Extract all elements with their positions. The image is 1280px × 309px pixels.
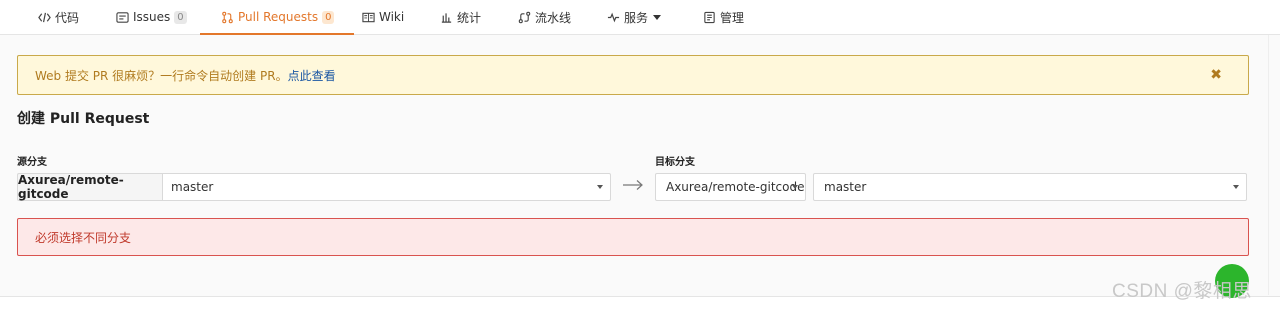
chevron-down-icon (1233, 185, 1239, 189)
tab-stats[interactable]: 统计 (439, 0, 481, 34)
issues-icon (115, 10, 129, 24)
wiki-icon (361, 10, 375, 24)
chevron-down-icon (597, 185, 603, 189)
chevron-down-icon (792, 185, 798, 189)
issues-count-badge: 0 (174, 10, 187, 24)
tab-pipeline-label: 流水线 (535, 10, 572, 25)
banner-text: Web 提交 PR 很麻烦？一行命令自动创建 PR。 (35, 68, 288, 83)
tab-service-label: 服务 (624, 10, 649, 25)
tab-wiki[interactable]: Wiki (361, 0, 404, 34)
pull-request-icon (220, 10, 234, 24)
pr-cli-tip-banner: Web 提交 PR 很麻烦？一行命令自动创建 PR。 点此查看 ✖ (17, 55, 1249, 95)
close-icon[interactable]: ✖ (1210, 67, 1222, 83)
source-branch-select[interactable]: master (162, 173, 611, 201)
source-branch-label: 源分支 (17, 157, 47, 168)
pull-requests-count-badge: 0 (322, 10, 335, 24)
target-branch-value: master (824, 180, 867, 194)
stats-icon (439, 10, 453, 24)
target-branch-label: 目标分支 (655, 157, 695, 168)
source-branch-value: master (171, 180, 214, 194)
footer-strip (0, 297, 1280, 309)
tab-pull-requests[interactable]: Pull Requests 0 (199, 0, 356, 35)
pipeline-icon (517, 10, 531, 24)
watermark: CSDN @黎相思 (1112, 281, 1252, 302)
tab-pipeline[interactable]: 流水线 (517, 0, 571, 34)
tab-service-dropdown[interactable]: 服务 (606, 0, 662, 34)
scrollbar-track[interactable] (1268, 35, 1280, 295)
repo-tab-bar: 代码 Issues 0 Pull Requests 0 Wiki 统计 流水线 … (0, 0, 1280, 35)
error-message: 必须选择不同分支 (35, 230, 132, 245)
target-repo-select[interactable]: Axurea/remote-gitcode (655, 173, 806, 201)
tab-stats-label: 统计 (457, 10, 482, 25)
tab-code-label: 代码 (55, 10, 80, 25)
code-icon (37, 10, 51, 24)
tab-issues[interactable]: Issues 0 (115, 0, 187, 34)
tab-manage-label: 管理 (720, 10, 745, 25)
service-icon (606, 10, 620, 24)
manage-icon (702, 10, 716, 24)
source-repo-addon: Axurea/remote-gitcode (17, 173, 162, 201)
tab-code[interactable]: 代码 (37, 0, 79, 34)
tab-issues-label: Issues (133, 10, 171, 24)
error-alert: 必须选择不同分支 (17, 218, 1249, 256)
tab-wiki-label: Wiki (379, 10, 405, 24)
target-repo-value: Axurea/remote-gitcode (666, 180, 805, 194)
tab-pull-requests-label: Pull Requests (238, 10, 319, 24)
chevron-down-icon (653, 14, 662, 20)
target-branch-select[interactable]: master (813, 173, 1247, 201)
page-title: 创建 Pull Request (17, 111, 150, 127)
banner-link[interactable]: 点此查看 (288, 67, 336, 84)
arrow-right-icon (623, 180, 643, 190)
tab-manage[interactable]: 管理 (702, 0, 744, 34)
